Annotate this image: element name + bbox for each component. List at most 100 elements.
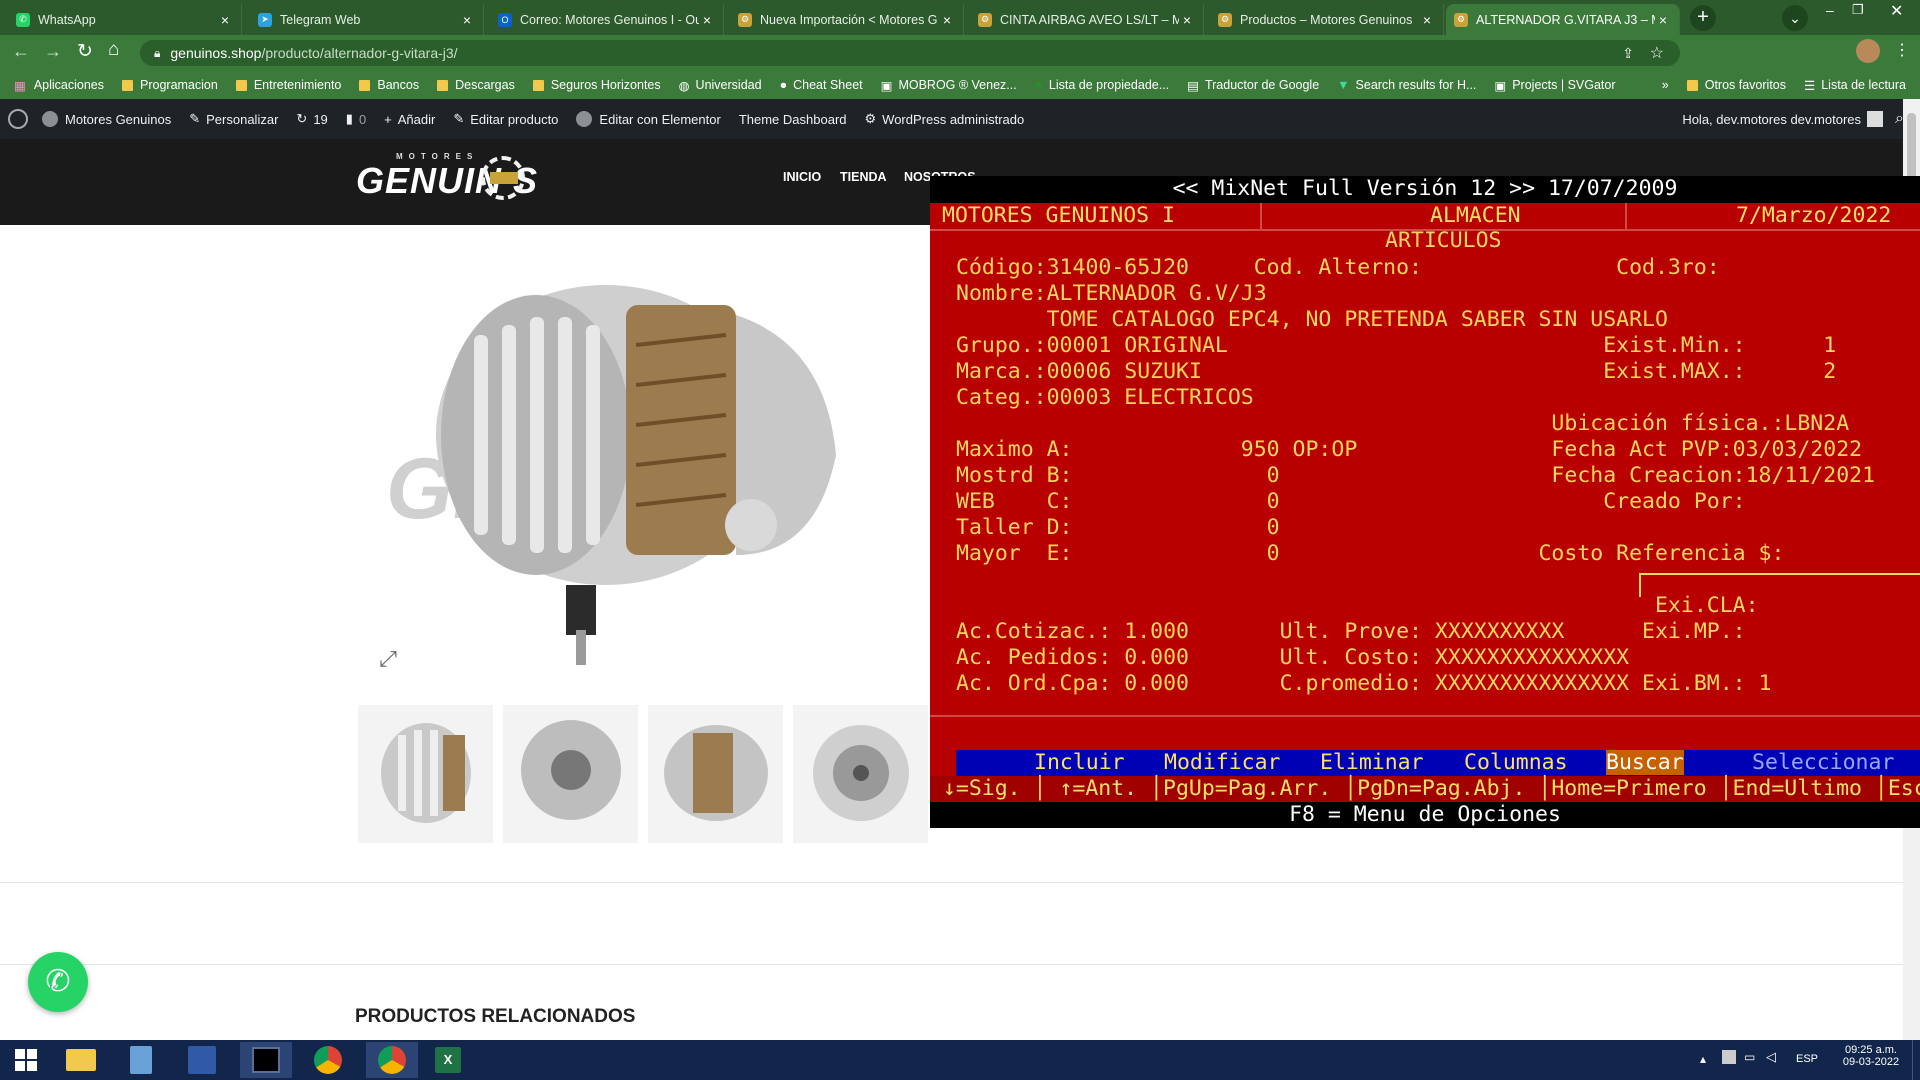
wordpress-admin-bar: Motores Genuinos ✎ Personalizar ↻ 19 ▮ 0 + A… xyxy=(0,99,1920,139)
minimize-button[interactable]: – xyxy=(1826,2,1834,18)
terminal-f8-hint: F8 = Menu de Opciones xyxy=(930,802,1920,828)
menu-seleccionar[interactable]: Seleccionar xyxy=(1752,750,1894,775)
menu-modificar[interactable]: Modificar xyxy=(1164,750,1281,775)
bookmark-cheat-sheet[interactable]: ● Cheat Sheet xyxy=(780,78,863,92)
mixnet-taskbar-icon[interactable] xyxy=(240,1042,292,1078)
folder-icon xyxy=(359,79,371,91)
terminal-date: 7/Marzo/2022 xyxy=(1736,203,1892,228)
bookmark-mobrog[interactable]: ▣ MOBROG ® Venez... xyxy=(881,78,1017,93)
close-tab-icon[interactable]: × xyxy=(1179,12,1195,28)
bookmark-lista-propiedades[interactable]: ♣ Lista de propiedade... xyxy=(1035,78,1169,92)
app-icon[interactable] xyxy=(176,1042,228,1078)
menu-incluir[interactable]: Incluir xyxy=(1034,750,1125,775)
terminal-key-hints: ↓=Sig. │ ↑=Ant. │PgUp=Pag.Arr. │PgDn=Pag… xyxy=(930,776,1920,803)
volume-icon[interactable]: ◁ xyxy=(1766,1049,1776,1065)
tab-telegram[interactable]: ➤ Telegram Web × xyxy=(250,4,484,35)
bookmark-descargas[interactable]: Descargas xyxy=(437,78,515,92)
start-button[interactable] xyxy=(0,1042,52,1078)
bookmark-svgator[interactable]: ▣ Projects | SVGator xyxy=(1494,78,1615,93)
language-indicator[interactable]: ESP xyxy=(1796,1053,1818,1065)
address-bar[interactable]: 🔒︎ genuinos.shop/producto/alternador-g-v… xyxy=(140,40,1680,66)
alternator-image xyxy=(436,285,836,665)
thumbnail-1[interactable] xyxy=(358,705,493,843)
tray-chevron-icon[interactable]: ▴ xyxy=(1700,1052,1706,1066)
profile-avatar[interactable] xyxy=(1856,39,1880,63)
tab-productos[interactable]: ⚙ Productos – Motores Genuinos × xyxy=(1210,4,1444,35)
home-button[interactable]: ⌂ xyxy=(108,39,119,61)
close-tab-icon[interactable]: × xyxy=(1655,12,1671,28)
product-gallery: GENUIN S ⤢ xyxy=(356,225,930,697)
menu-eliminar[interactable]: Eliminar xyxy=(1320,750,1424,775)
mixnet-terminal-window[interactable]: << MixNet Full Versión 12 >> 17/07/2009 … xyxy=(930,176,1920,828)
bookmark-traductor[interactable]: ▤ Traductor de Google xyxy=(1187,78,1319,93)
tab-nueva-importacion[interactable]: ⚙ Nueva Importación < Motores G × xyxy=(730,4,964,35)
wp-administrado[interactable]: ⚙ WordPress administrado xyxy=(865,111,1025,127)
wp-updates[interactable]: ↻ 19 xyxy=(296,111,327,127)
file-explorer-icon[interactable] xyxy=(55,1042,107,1078)
menu-columnas[interactable]: Columnas xyxy=(1464,750,1568,775)
close-window-button[interactable]: ✕ xyxy=(1890,1,1903,21)
menu-buscar[interactable]: Buscar xyxy=(1606,750,1684,775)
tray-flag-icon[interactable] xyxy=(1722,1050,1736,1064)
wp-site-name[interactable]: Motores Genuinos xyxy=(42,111,171,127)
reading-list[interactable]: ☰ Lista de lectura xyxy=(1804,78,1906,93)
tab-cinta-airbag[interactable]: ⚙ CINTA AIRBAG AVEO LS/LT – Mo × xyxy=(970,4,1204,35)
close-tab-icon[interactable]: × xyxy=(217,12,233,28)
bookmark-entretenimiento[interactable]: Entretenimiento xyxy=(235,78,341,92)
tab-search-button[interactable]: ⌄ xyxy=(1782,5,1808,31)
clock-time: 09:25 a.m. xyxy=(1845,1044,1897,1056)
wp-account[interactable]: Hola, dev.motores dev.motores xyxy=(1682,111,1884,127)
show-desktop-button[interactable] xyxy=(1912,1040,1920,1080)
tab-alternador[interactable]: ⚙ ALTERNADOR G.VITARA J3 – Mo × xyxy=(1446,4,1680,35)
wp-comments[interactable]: ▮ 0 xyxy=(346,111,366,127)
bookmark-seguros[interactable]: Seguros Horizontes xyxy=(532,78,661,92)
close-tab-icon[interactable]: × xyxy=(939,12,955,28)
tab-outlook[interactable]: O Correo: Motores Genuinos I - Ou × xyxy=(490,4,724,35)
thumbnail-3[interactable] xyxy=(648,705,783,843)
close-tab-icon[interactable]: × xyxy=(699,12,715,28)
wp-edit-elementor[interactable]: Editar con Elementor xyxy=(576,111,721,127)
site-logo[interactable]: MOTORES GENUIN S xyxy=(356,152,566,212)
bookmark-search-results[interactable]: ▼ Search results for H... xyxy=(1337,78,1476,92)
close-tab-icon[interactable]: × xyxy=(1419,12,1435,28)
site-favicon-icon: ⚙ xyxy=(978,12,992,27)
clock[interactable]: 09:25 a.m. 09-03-2022 xyxy=(1840,1044,1902,1068)
tab-whatsapp[interactable]: ✆ WhatsApp × xyxy=(8,4,242,35)
apps-grid-icon: ▦ xyxy=(14,78,26,93)
wordpress-logo-icon[interactable] xyxy=(8,109,28,129)
bookmark-otros-favoritos[interactable]: Otros favoritos xyxy=(1686,78,1786,92)
excel-icon[interactable]: X xyxy=(422,1042,474,1078)
share-icon[interactable]: ⇪ xyxy=(1622,45,1634,62)
wp-edit-product[interactable]: ✎ Editar producto xyxy=(453,111,558,127)
close-tab-icon[interactable]: × xyxy=(459,12,475,28)
wp-personalizar[interactable]: ✎ Personalizar xyxy=(189,111,278,127)
bookmark-aplicaciones[interactable]: Aplicaciones xyxy=(34,78,104,92)
field-mayor: Mayor E: 0 Costo Referencia $: xyxy=(956,541,1785,566)
bookmarks-overflow-button[interactable]: » xyxy=(1662,78,1669,92)
reload-button[interactable]: ↻ xyxy=(77,40,93,63)
whatsapp-chat-button[interactable]: ✆ xyxy=(28,952,88,1012)
field-ac-cotizac: Ac.Cotizac.: 1.000 Ult. Prove: XXXXXXXXX… xyxy=(956,619,1746,644)
wp-theme-dashboard[interactable]: Theme Dashboard xyxy=(739,112,847,127)
chrome-icon[interactable] xyxy=(302,1042,354,1078)
bookmark-bancos[interactable]: Bancos xyxy=(359,78,419,92)
folder-icon xyxy=(532,79,544,91)
thumbnail-4[interactable] xyxy=(793,705,928,843)
bookmark-universidad[interactable]: ◍ Universidad xyxy=(679,78,762,93)
bookmark-star-icon[interactable]: ☆ xyxy=(1650,43,1664,63)
restore-button[interactable]: ❐ xyxy=(1852,2,1864,18)
new-tab-button[interactable]: + xyxy=(1690,5,1716,31)
bookmark-programacion[interactable]: Programacion xyxy=(122,78,218,92)
wp-add-new[interactable]: + Añadir xyxy=(384,112,435,127)
chrome-profile-icon[interactable] xyxy=(366,1042,418,1078)
thumbnail-2[interactable] xyxy=(503,705,638,843)
forward-button[interactable]: → xyxy=(44,41,62,62)
expand-image-icon[interactable]: ⤢ xyxy=(364,635,412,683)
nav-inicio[interactable]: INICIO xyxy=(783,170,821,184)
back-button[interactable]: ← xyxy=(12,41,30,62)
scrollbar-thumb[interactable] xyxy=(1907,113,1916,181)
chrome-menu-icon[interactable]: ⋮ xyxy=(1894,40,1910,60)
network-icon[interactable]: ▭ xyxy=(1744,1050,1755,1064)
calculator-icon[interactable] xyxy=(115,1042,167,1078)
nav-tienda[interactable]: TIENDA xyxy=(840,170,887,184)
